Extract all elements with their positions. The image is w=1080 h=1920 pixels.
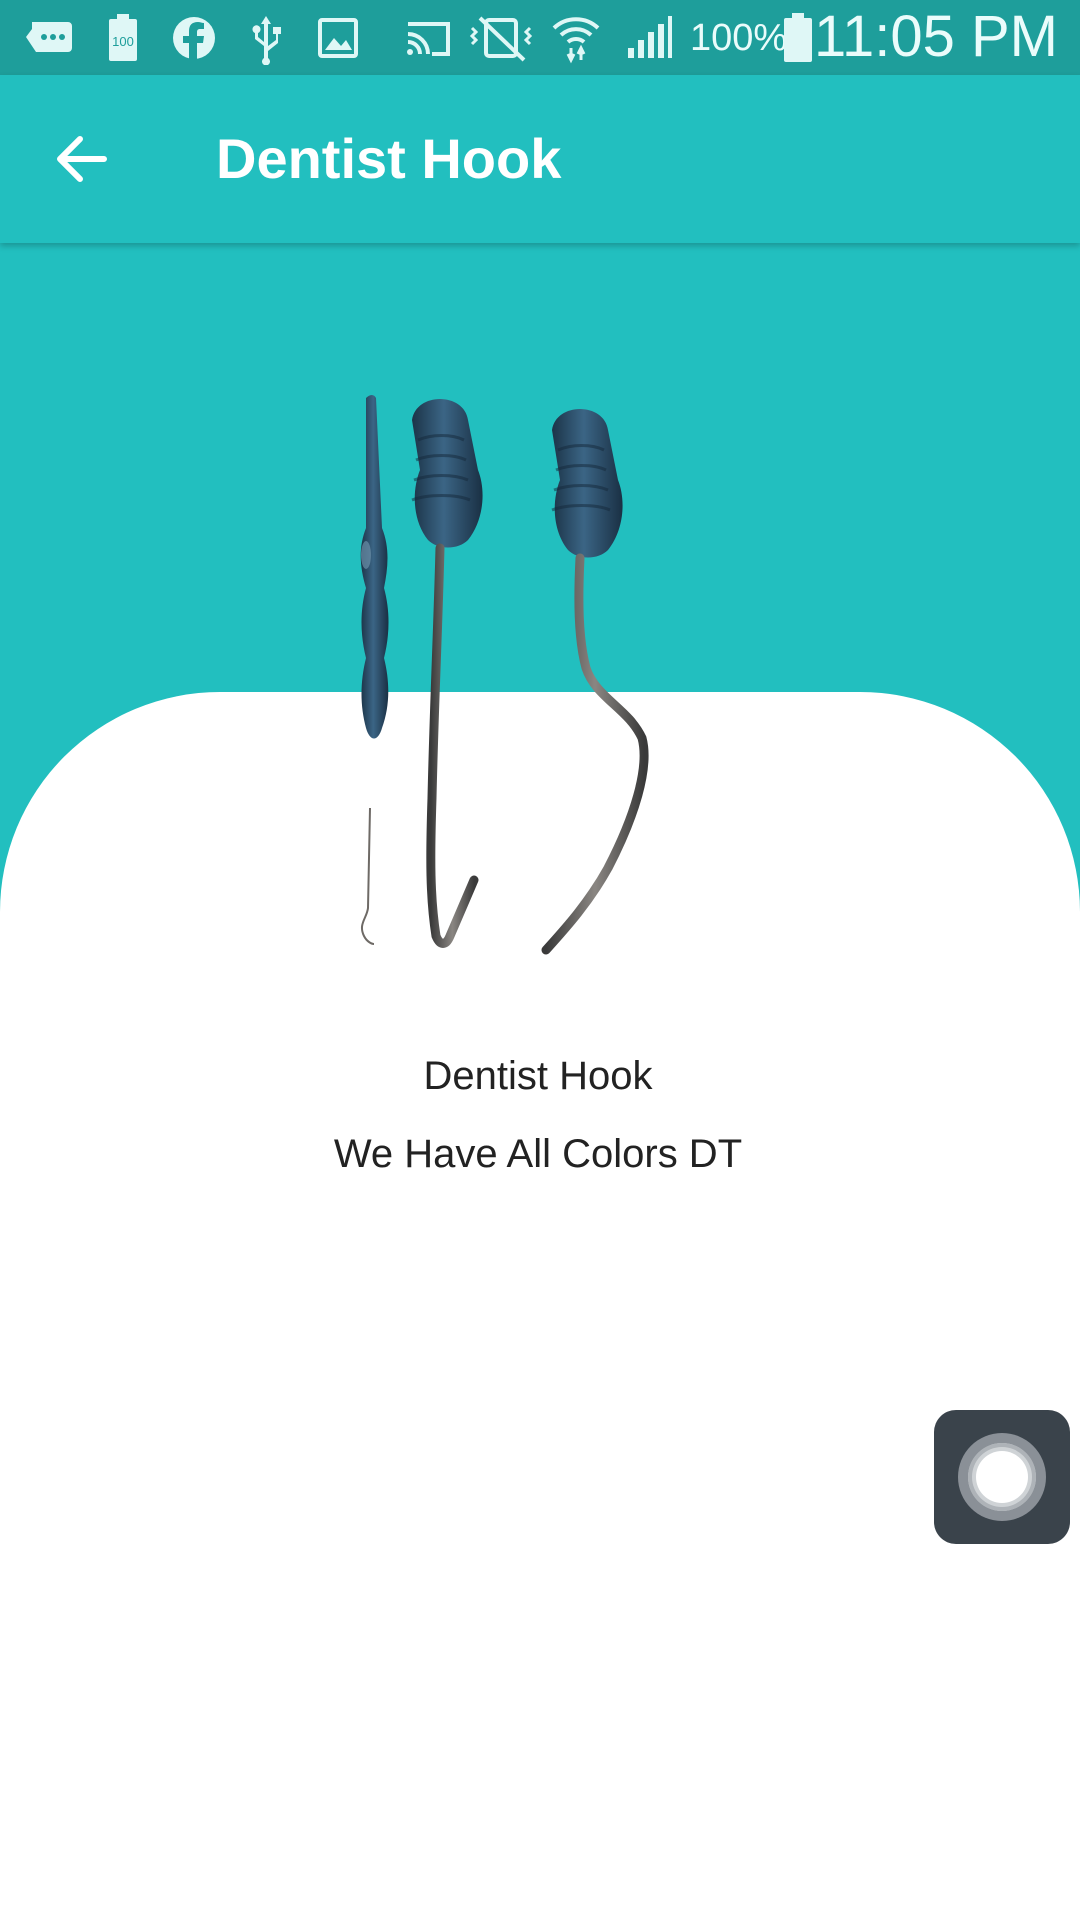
usb-icon	[252, 16, 281, 65]
page-title: Dentist Hook	[216, 127, 562, 190]
message-icon	[26, 22, 72, 52]
assistive-touch-button[interactable]	[934, 1410, 1070, 1544]
wifi-icon	[552, 17, 600, 64]
battery-icon	[784, 13, 812, 62]
cast-icon	[407, 22, 450, 56]
assistive-touch-icon	[958, 1433, 1046, 1521]
signal-icon	[628, 16, 672, 58]
image-icon	[318, 18, 358, 58]
arrow-back-icon[interactable]	[50, 127, 114, 191]
status-bar: 100 100% 11:05 PM	[0, 0, 1080, 75]
battery-percent: 100%	[690, 17, 788, 59]
battery-100-icon: 100	[109, 14, 137, 61]
clock: 11:05 PM	[814, 4, 1058, 69]
product-description: We Have All Colors DT	[333, 1132, 743, 1176]
vibrate-off-icon	[469, 16, 533, 62]
facebook-icon	[173, 17, 215, 60]
svg-text:100: 100	[112, 34, 134, 49]
dentist-hook-tools-image	[360, 395, 649, 955]
product-name: Dentist Hook	[423, 1054, 653, 1098]
app-bar: Dentist Hook	[0, 75, 1080, 243]
